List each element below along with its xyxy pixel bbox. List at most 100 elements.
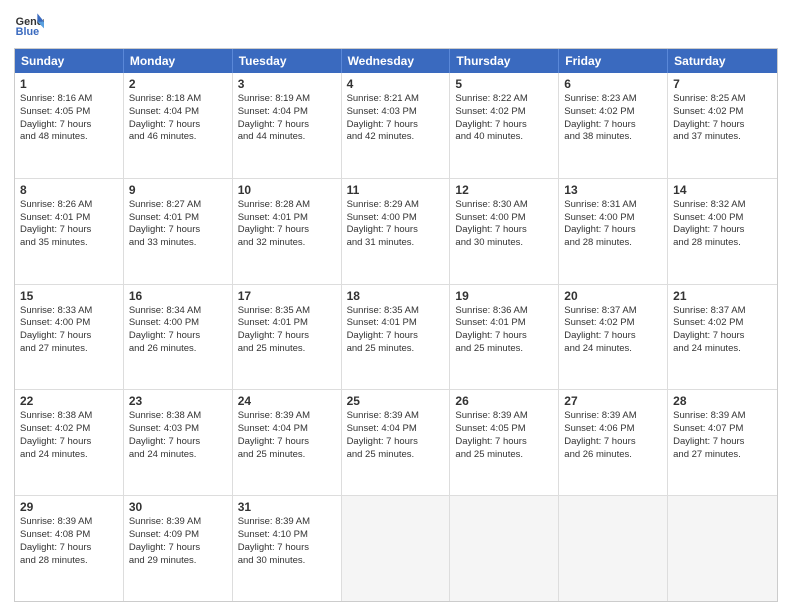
cell-line: Daylight: 7 hours — [455, 436, 553, 449]
cell-line: Sunset: 4:03 PM — [129, 423, 227, 436]
day-number: 21 — [673, 289, 772, 303]
cell-line: and 25 minutes. — [347, 449, 445, 462]
cell-line: Sunset: 4:02 PM — [673, 106, 772, 119]
cell-line: Daylight: 7 hours — [347, 436, 445, 449]
cal-cell: 4Sunrise: 8:21 AMSunset: 4:03 PMDaylight… — [342, 73, 451, 178]
cell-line: Daylight: 7 hours — [238, 542, 336, 555]
cell-line: and 35 minutes. — [20, 237, 118, 250]
day-number: 18 — [347, 289, 445, 303]
cell-line: and 32 minutes. — [238, 237, 336, 250]
day-number: 13 — [564, 183, 662, 197]
cell-line: Sunset: 4:02 PM — [673, 317, 772, 330]
weekday-header-saturday: Saturday — [668, 49, 777, 73]
cell-line: Daylight: 7 hours — [20, 224, 118, 237]
cell-line: Sunrise: 8:35 AM — [347, 305, 445, 318]
cal-cell: 11Sunrise: 8:29 AMSunset: 4:00 PMDayligh… — [342, 179, 451, 284]
cell-line: Daylight: 7 hours — [564, 119, 662, 132]
cal-cell: 19Sunrise: 8:36 AMSunset: 4:01 PMDayligh… — [450, 285, 559, 390]
cell-line: Daylight: 7 hours — [673, 436, 772, 449]
cell-line: Sunrise: 8:22 AM — [455, 93, 553, 106]
cell-line: Daylight: 7 hours — [129, 436, 227, 449]
cal-cell: 5Sunrise: 8:22 AMSunset: 4:02 PMDaylight… — [450, 73, 559, 178]
day-number: 11 — [347, 183, 445, 197]
cell-line: and 25 minutes. — [347, 343, 445, 356]
cell-line: Sunset: 4:04 PM — [129, 106, 227, 119]
cell-line: Sunset: 4:04 PM — [238, 106, 336, 119]
day-number: 23 — [129, 394, 227, 408]
cal-cell: 9Sunrise: 8:27 AMSunset: 4:01 PMDaylight… — [124, 179, 233, 284]
cell-line: Sunrise: 8:18 AM — [129, 93, 227, 106]
cal-cell: 14Sunrise: 8:32 AMSunset: 4:00 PMDayligh… — [668, 179, 777, 284]
cell-line: Sunrise: 8:37 AM — [673, 305, 772, 318]
cell-line: Daylight: 7 hours — [347, 119, 445, 132]
cell-line: Sunset: 4:01 PM — [20, 212, 118, 225]
cell-line: Sunset: 4:02 PM — [564, 317, 662, 330]
cell-line: Daylight: 7 hours — [347, 330, 445, 343]
cell-line: Sunrise: 8:23 AM — [564, 93, 662, 106]
cell-line: Daylight: 7 hours — [238, 224, 336, 237]
day-number: 25 — [347, 394, 445, 408]
cell-line: Daylight: 7 hours — [20, 119, 118, 132]
weekday-header-sunday: Sunday — [15, 49, 124, 73]
cal-cell — [559, 496, 668, 601]
cal-row-5: 29Sunrise: 8:39 AMSunset: 4:08 PMDayligh… — [15, 496, 777, 601]
weekday-header-friday: Friday — [559, 49, 668, 73]
cell-line: and 37 minutes. — [673, 131, 772, 144]
cell-line: and 25 minutes. — [455, 343, 553, 356]
cell-line: Sunset: 4:02 PM — [455, 106, 553, 119]
cell-line: Daylight: 7 hours — [20, 542, 118, 555]
cell-line: Sunset: 4:08 PM — [20, 529, 118, 542]
weekday-header-thursday: Thursday — [450, 49, 559, 73]
cell-line: and 27 minutes. — [673, 449, 772, 462]
cal-cell: 27Sunrise: 8:39 AMSunset: 4:06 PMDayligh… — [559, 390, 668, 495]
day-number: 4 — [347, 77, 445, 91]
cal-cell: 20Sunrise: 8:37 AMSunset: 4:02 PMDayligh… — [559, 285, 668, 390]
day-number: 15 — [20, 289, 118, 303]
cell-line: and 48 minutes. — [20, 131, 118, 144]
cell-line: and 24 minutes. — [564, 343, 662, 356]
cal-row-3: 15Sunrise: 8:33 AMSunset: 4:00 PMDayligh… — [15, 285, 777, 391]
cell-line: and 28 minutes. — [564, 237, 662, 250]
weekday-header-wednesday: Wednesday — [342, 49, 451, 73]
cell-line: Sunrise: 8:38 AM — [20, 410, 118, 423]
day-number: 31 — [238, 500, 336, 514]
calendar: SundayMondayTuesdayWednesdayThursdayFrid… — [14, 48, 778, 602]
cell-line: Sunrise: 8:39 AM — [129, 516, 227, 529]
logo-icon: General Blue — [14, 10, 44, 40]
day-number: 2 — [129, 77, 227, 91]
cell-line: Daylight: 7 hours — [673, 330, 772, 343]
cal-cell: 12Sunrise: 8:30 AMSunset: 4:00 PMDayligh… — [450, 179, 559, 284]
cell-line: Sunset: 4:01 PM — [238, 317, 336, 330]
cell-line: Daylight: 7 hours — [673, 224, 772, 237]
cell-line: Daylight: 7 hours — [564, 436, 662, 449]
cal-cell: 26Sunrise: 8:39 AMSunset: 4:05 PMDayligh… — [450, 390, 559, 495]
day-number: 7 — [673, 77, 772, 91]
cell-line: Daylight: 7 hours — [20, 330, 118, 343]
cell-line: Sunset: 4:07 PM — [673, 423, 772, 436]
cell-line: Sunset: 4:00 PM — [673, 212, 772, 225]
cell-line: Sunrise: 8:39 AM — [673, 410, 772, 423]
cell-line: Sunrise: 8:29 AM — [347, 199, 445, 212]
cell-line: Sunrise: 8:39 AM — [455, 410, 553, 423]
cell-line: and 44 minutes. — [238, 131, 336, 144]
cell-line: Sunrise: 8:32 AM — [673, 199, 772, 212]
cal-cell: 16Sunrise: 8:34 AMSunset: 4:00 PMDayligh… — [124, 285, 233, 390]
cell-line: and 31 minutes. — [347, 237, 445, 250]
day-number: 20 — [564, 289, 662, 303]
day-number: 16 — [129, 289, 227, 303]
cell-line: Sunrise: 8:21 AM — [347, 93, 445, 106]
cal-cell — [342, 496, 451, 601]
cell-line: and 27 minutes. — [20, 343, 118, 356]
cell-line: Sunrise: 8:28 AM — [238, 199, 336, 212]
cell-line: and 25 minutes. — [455, 449, 553, 462]
svg-text:Blue: Blue — [16, 26, 39, 38]
cell-line: Sunrise: 8:27 AM — [129, 199, 227, 212]
cell-line: Sunrise: 8:34 AM — [129, 305, 227, 318]
cell-line: Daylight: 7 hours — [347, 224, 445, 237]
day-number: 12 — [455, 183, 553, 197]
cell-line: and 30 minutes. — [238, 555, 336, 568]
cell-line: Sunset: 4:01 PM — [238, 212, 336, 225]
cal-cell — [450, 496, 559, 601]
cell-line: Sunset: 4:01 PM — [129, 212, 227, 225]
weekday-header-tuesday: Tuesday — [233, 49, 342, 73]
